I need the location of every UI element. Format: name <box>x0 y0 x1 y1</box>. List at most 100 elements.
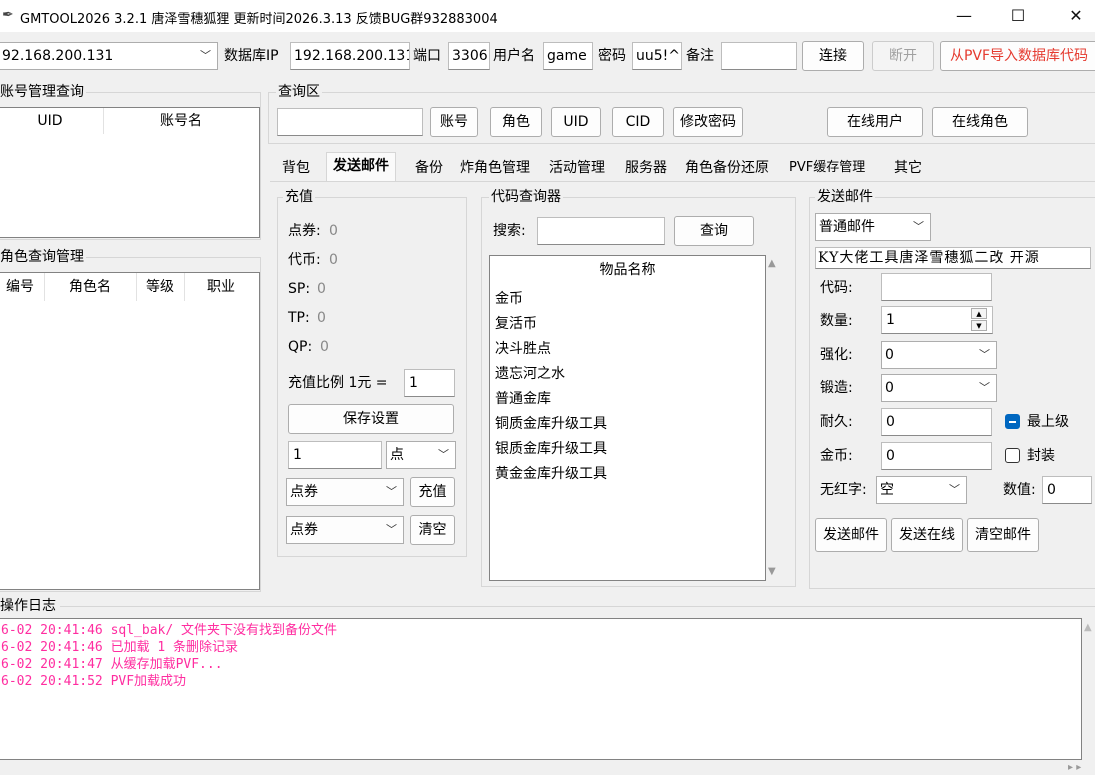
charge-button[interactable]: 充值 <box>410 477 455 507</box>
red-text-value: 空 <box>880 482 894 498</box>
column-header[interactable]: 等级 <box>137 276 183 298</box>
db-ip-field[interactable]: 192.168.200.131 <box>290 42 410 70</box>
recharge-title: 充值 <box>283 188 315 206</box>
qty-label: 数量: <box>820 313 853 329</box>
log-text-area[interactable]: 6-02 20:41:46 sql_bak/ 文件夹下没有找到备份文件 6-02… <box>0 618 1082 760</box>
daibi-value: 0 <box>329 252 338 268</box>
stepper-up-icon[interactable]: ▲ <box>971 308 987 319</box>
scroll-up-icon[interactable]: ▲ <box>768 258 776 269</box>
list-item[interactable]: 黄金金库升级工具 <box>495 464 607 484</box>
query-cid-button[interactable]: CID <box>612 107 664 137</box>
feather-icon: ✒ <box>2 7 14 23</box>
max-level-checkbox[interactable] <box>1005 414 1020 429</box>
query-uid-button[interactable]: UID <box>551 107 601 137</box>
tab-other[interactable]: 其它 <box>894 156 922 180</box>
log-scroll-up-icon[interactable]: ▲ <box>1084 622 1092 633</box>
column-divider <box>103 108 104 134</box>
query-account-button[interactable]: 账号 <box>430 107 478 137</box>
close-button[interactable]: ✕ <box>1056 4 1095 28</box>
search-input[interactable] <box>537 217 665 245</box>
durability-field[interactable]: 0 <box>881 408 992 436</box>
tab-send-mail[interactable]: 发送邮件 <box>326 152 396 182</box>
mail-subject-field[interactable]: KY大佬工具唐泽雪穗狐二改 开源 <box>815 247 1091 269</box>
scroll-down-icon[interactable]: ▼ <box>768 566 776 577</box>
ratio-label: 充值比例 1元 = <box>288 375 388 391</box>
item-list[interactable]: 物品名称 金币 复活币 决斗胜点 遗忘河之水 普通金库 铜质金库升级工具 银质金… <box>489 255 766 581</box>
tab-role-backup[interactable]: 角色备份还原 <box>685 156 769 180</box>
clear-mail-button[interactable]: 清空邮件 <box>967 518 1039 552</box>
charge-type-value: 点券 <box>290 484 318 500</box>
unit-select[interactable]: 点 ﹀ <box>386 441 456 469</box>
column-header[interactable]: 编号 <box>0 276 43 298</box>
forge-select[interactable]: 0 ﹀ <box>881 374 997 402</box>
import-pvf-button[interactable]: 从PVF导入数据库代码 <box>940 41 1095 71</box>
chevron-down-icon: ﹀ <box>913 220 924 233</box>
code-field[interactable] <box>881 273 992 301</box>
change-password-button[interactable]: 修改密码 <box>673 107 743 137</box>
list-item[interactable]: 决斗胜点 <box>495 339 551 359</box>
note-field[interactable] <box>721 42 797 70</box>
server-select[interactable]: 92.168.200.131 ﹀ <box>0 42 218 70</box>
daibi-label: 代币: <box>288 252 321 268</box>
gold-field[interactable]: 0 <box>881 442 992 470</box>
maximize-button[interactable]: ☐ <box>998 4 1038 28</box>
durability-label: 耐久: <box>820 414 853 430</box>
column-header[interactable]: 角色名 <box>45 276 135 298</box>
tab-role-manage[interactable]: 炸角色管理 <box>460 156 530 180</box>
account-table[interactable]: UID 账号名 <box>0 107 260 238</box>
charge-type-select[interactable]: 点券 ﹀ <box>286 478 404 506</box>
amount-field[interactable]: 1 <box>288 441 382 469</box>
clear-type-select[interactable]: 点券 ﹀ <box>286 516 404 544</box>
online-users-button[interactable]: 在线用户 <box>827 107 923 137</box>
horizontal-scrollbar[interactable] <box>0 760 1095 775</box>
search-label: 搜索: <box>493 223 526 239</box>
port-field[interactable]: 3306 <box>448 42 490 70</box>
chevron-down-icon: ﹀ <box>438 448 449 461</box>
code-query-button[interactable]: 查询 <box>674 216 754 246</box>
red-text-select[interactable]: 空 ﹀ <box>876 476 967 504</box>
list-item[interactable]: 复活币 <box>495 314 537 334</box>
log-line: 6-02 20:41:52 PVF加载成功 <box>1 674 187 689</box>
mail-type-select[interactable]: 普通邮件 ﹀ <box>815 213 931 241</box>
list-item[interactable]: 遗忘河之水 <box>495 364 565 384</box>
tab-backpack[interactable]: 背包 <box>282 156 310 180</box>
qp-label: QP: <box>288 339 313 355</box>
list-item[interactable]: 普通金库 <box>495 389 551 409</box>
list-item[interactable]: 金币 <box>495 289 523 309</box>
connect-button[interactable]: 连接 <box>802 41 864 71</box>
send-online-button[interactable]: 发送在线 <box>891 518 963 552</box>
chevron-down-icon: ﹀ <box>979 348 990 361</box>
enhance-select[interactable]: 0 ﹀ <box>881 341 997 369</box>
log-line: 6-02 20:41:46 sql_bak/ 文件夹下没有找到备份文件 <box>1 623 338 638</box>
query-role-button[interactable]: 角色 <box>490 107 542 137</box>
clear-button[interactable]: 清空 <box>410 515 455 545</box>
column-header[interactable]: 账号名 <box>105 110 257 132</box>
list-item[interactable]: 铜质金库升级工具 <box>495 414 607 434</box>
user-field[interactable]: game <box>543 42 593 70</box>
mail-title: 发送邮件 <box>815 188 875 206</box>
disconnect-button[interactable]: 断开 <box>872 41 934 71</box>
user-label: 用户名 <box>493 48 535 64</box>
seal-checkbox[interactable] <box>1005 448 1020 463</box>
value-field[interactable]: 0 <box>1042 476 1092 504</box>
online-roles-button[interactable]: 在线角色 <box>932 107 1028 137</box>
minimize-button[interactable]: — <box>944 4 984 28</box>
stepper-down-icon[interactable]: ▼ <box>971 320 987 331</box>
tab-server[interactable]: 服务器 <box>625 156 667 180</box>
tab-activity[interactable]: 活动管理 <box>549 156 605 180</box>
scroll-right-icon[interactable]: ▸ ▸ <box>1068 762 1081 773</box>
log-title: 操作日志 <box>0 597 58 615</box>
gold-label: 金币: <box>820 448 853 464</box>
item-column-header[interactable]: 物品名称 <box>490 259 765 281</box>
password-field[interactable]: uu5!^ <box>632 42 682 70</box>
column-header[interactable]: 职业 <box>185 276 257 298</box>
column-header[interactable]: UID <box>0 110 103 132</box>
save-settings-button[interactable]: 保存设置 <box>288 404 454 434</box>
role-table[interactable]: 编号 角色名 等级 职业 <box>0 272 260 590</box>
tab-backup[interactable]: 备份 <box>415 156 443 180</box>
ratio-field[interactable]: 1 <box>404 369 455 397</box>
send-mail-button[interactable]: 发送邮件 <box>815 518 887 552</box>
tab-pvf-cache[interactable]: PVF缓存管理 <box>789 156 865 180</box>
list-item[interactable]: 银质金库升级工具 <box>495 439 607 459</box>
query-input[interactable] <box>277 108 423 136</box>
